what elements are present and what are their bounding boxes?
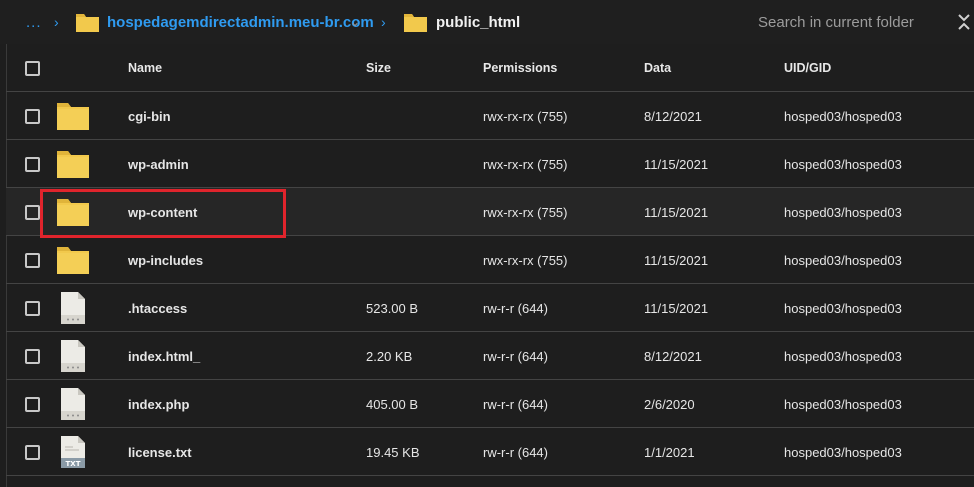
- file-name[interactable]: .htaccess: [128, 284, 187, 332]
- txt-badge-label: TXT: [66, 460, 81, 468]
- file-name[interactable]: index.php: [128, 380, 189, 428]
- column-header-uid-gid[interactable]: UID/GID: [784, 44, 831, 92]
- column-header-permissions[interactable]: Permissions: [483, 44, 557, 92]
- folder-icon: [75, 0, 100, 44]
- breadcrumb-ellipsis[interactable]: ...: [26, 0, 42, 44]
- file-icon: [59, 339, 87, 378]
- file-permissions[interactable]: rw-r-r (644): [483, 284, 548, 332]
- row-checkbox[interactable]: [25, 445, 40, 460]
- table-row[interactable]: wp-admin rwx-rx-rx (755) 11/15/2021 hosped0…: [6, 140, 974, 188]
- file-uid-gid: hosped03/hosped03: [784, 300, 902, 316]
- text-file-icon: TXT: [59, 435, 87, 474]
- folder-icon: [403, 0, 428, 44]
- column-header-data[interactable]: Data: [644, 44, 671, 92]
- file-uid-gid: hosped03/hosped03: [784, 348, 902, 364]
- table-header: Name Size Permissions Data UID/GID: [6, 44, 974, 92]
- file-permissions[interactable]: rwx-rx-rx (755): [483, 92, 568, 140]
- file-icon: [59, 387, 87, 426]
- file-uid-gid: hosped03/hosped03: [784, 108, 902, 124]
- file-icon: [59, 291, 87, 330]
- file-size: 405.00 B: [366, 396, 419, 412]
- file-date: 11/15/2021: [644, 300, 709, 316]
- file-size: 19.45 KB: [366, 444, 420, 460]
- column-header-name[interactable]: Name: [128, 44, 162, 92]
- file-name[interactable]: wp-includes: [128, 236, 203, 284]
- table-row[interactable]: index.html_ 2.20 KB rw-r-r (644) 8/12/2021 h…: [6, 332, 974, 380]
- table-row[interactable]: .htaccess 523.00 B rw-r-r (644) 11/15/2021 h…: [6, 284, 974, 332]
- row-checkbox[interactable]: [25, 397, 40, 412]
- table-row[interactable]: wp-includes rwx-rx-rx (755) 11/15/2021 hosp…: [6, 236, 974, 284]
- file-date: 11/15/2021: [644, 252, 709, 268]
- breadcrumb-domain-link[interactable]: hospedagemdirectadmin.meu-br.com: [107, 0, 374, 44]
- file-uid-gid: hosped03/hosped03: [784, 252, 902, 268]
- row-checkbox[interactable]: [25, 301, 40, 316]
- file-date: 1/1/2021: [644, 444, 695, 460]
- table-row[interactable]: wp-content rwx-rx-rx (755) 11/15/2021 hospe…: [6, 188, 974, 236]
- breadcrumb-current-folder: public_html: [436, 13, 521, 31]
- search-input[interactable]: Search in current folder: [758, 0, 914, 44]
- row-checkbox[interactable]: [25, 253, 40, 268]
- file-permissions[interactable]: rwx-rx-rx (755): [483, 236, 568, 284]
- collapse-icon[interactable]: [954, 12, 974, 32]
- breadcrumb-separator-icon: ›: [54, 14, 59, 30]
- row-checkbox[interactable]: [25, 205, 40, 220]
- file-permissions[interactable]: rwx-rx-rx (755): [483, 188, 568, 236]
- table-row[interactable]: TXT license.txt 19.45 KB rw-r-r (644) 1/1/20…: [6, 428, 974, 476]
- file-uid-gid: hosped03/hosped03: [784, 156, 902, 172]
- row-checkbox[interactable]: [25, 109, 40, 124]
- file-date: 8/12/2021: [644, 348, 702, 364]
- file-permissions[interactable]: rwx-rx-rx (755): [483, 140, 568, 188]
- file-date: 11/15/2021: [644, 204, 709, 220]
- folder-icon: [56, 245, 90, 280]
- file-name[interactable]: cgi-bin: [128, 92, 171, 140]
- file-name[interactable]: wp-admin: [128, 140, 189, 188]
- file-uid-gid: hosped03/hosped03: [784, 204, 902, 220]
- table-row[interactable]: cgi-bin rwx-rx-rx (755) 8/12/2021 hosped03/…: [6, 92, 974, 140]
- chevron-down-icon[interactable]: ⌄: [350, 0, 360, 44]
- file-size: 2.20 KB: [366, 348, 413, 364]
- file-date: 8/12/2021: [644, 108, 702, 124]
- file-size: 523.00 B: [366, 300, 419, 316]
- folder-icon: [56, 101, 90, 136]
- column-header-size[interactable]: Size: [366, 44, 391, 92]
- file-name[interactable]: index.html_: [128, 332, 200, 380]
- file-name[interactable]: license.txt: [128, 428, 192, 476]
- folder-icon: [56, 149, 90, 184]
- table-row[interactable]: index.php 405.00 B rw-r-r (644) 2/6/2020 hos…: [6, 380, 974, 428]
- row-checkbox[interactable]: [25, 157, 40, 172]
- file-permissions[interactable]: rw-r-r (644): [483, 380, 548, 428]
- file-date: 2/6/2020: [644, 396, 695, 412]
- row-checkbox[interactable]: [25, 349, 40, 364]
- breadcrumb-separator-icon: ›: [381, 14, 386, 30]
- file-uid-gid: hosped03/hosped03: [784, 444, 902, 460]
- file-uid-gid: hosped03/hosped03: [784, 396, 902, 412]
- file-date: 11/15/2021: [644, 156, 709, 172]
- folder-icon: [56, 197, 90, 232]
- select-all-checkbox[interactable]: [25, 61, 40, 76]
- file-permissions[interactable]: rw-r-r (644): [483, 332, 548, 380]
- file-name[interactable]: wp-content: [128, 188, 197, 236]
- file-permissions[interactable]: rw-r-r (644): [483, 428, 548, 476]
